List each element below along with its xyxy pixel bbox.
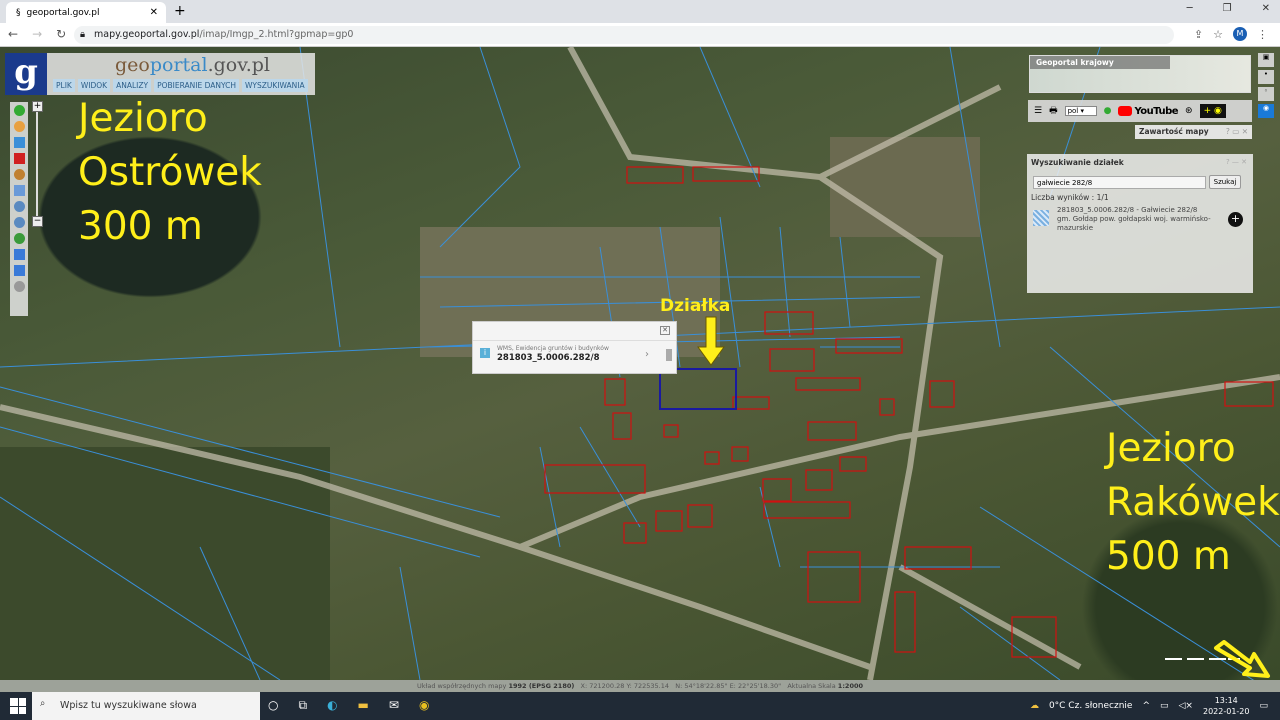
restore-button[interactable]: ❐ xyxy=(1223,3,1232,14)
parcel-search-panel: Wyszukiwanie działek ? — ✕ Szukaj Liczba… xyxy=(1027,154,1253,293)
menu-plik[interactable]: PLIK xyxy=(53,79,75,92)
dot-button[interactable]: • xyxy=(1258,70,1274,84)
favicon-icon: § xyxy=(16,7,21,18)
scrollbar[interactable] xyxy=(666,349,672,361)
geoportal-wordmark: geoportal.gov.pl xyxy=(115,54,270,76)
reload-button[interactable]: ↻ xyxy=(56,27,66,41)
chevron-up-icon[interactable]: ^ xyxy=(1142,701,1150,711)
address-bar-area: ← → ↻ 🔒︎ mapy.geoportal.gov.pl/imap/Imgp_2.… xyxy=(0,23,1280,47)
close-icon[interactable]: ✕ xyxy=(660,326,670,335)
geoportal-header: g geoportal.gov.pl PLIK WIDOK ANALIZY PO… xyxy=(5,53,315,95)
youtube-link[interactable]: YouTube xyxy=(1118,106,1179,117)
forward-button[interactable]: → xyxy=(32,27,42,41)
geoportal-logo[interactable]: g xyxy=(5,53,47,95)
legend-icon[interactable]: ☰ xyxy=(1034,106,1042,116)
menu-pobieranie-danych[interactable]: POBIERANIE DANYCH xyxy=(154,79,239,92)
contrast-eye-icon[interactable]: + ◉ xyxy=(1199,104,1226,118)
lake-rakowek-label: Jezioro Rakówek 500 m xyxy=(1106,426,1280,579)
new-tab-button[interactable]: + xyxy=(174,3,186,19)
eye-small-button[interactable]: ◦ xyxy=(1258,87,1274,101)
start-button[interactable] xyxy=(10,698,26,714)
zoom-in-icon[interactable] xyxy=(13,201,25,212)
cortana-icon[interactable]: ○ xyxy=(268,698,278,713)
browser-tab[interactable]: § geoportal.gov.pl ✕ xyxy=(6,2,166,23)
close-window-button[interactable]: ✕ xyxy=(1262,3,1270,14)
print-icon[interactable]: 🖶︎ xyxy=(1049,103,1058,119)
browser-tab-bar: § geoportal.gov.pl ✕ + ─ ❐ ✕ xyxy=(0,0,1280,23)
help-icon[interactable]: ● xyxy=(1104,106,1112,116)
info-icon: i xyxy=(480,348,490,358)
volume-muted-icon[interactable]: ◁× xyxy=(1179,701,1193,711)
mail-icon[interactable]: ✉ xyxy=(389,698,399,713)
menu-analizy[interactable]: ANALIZY xyxy=(113,79,152,92)
pan-hand-icon[interactable] xyxy=(13,121,25,132)
share-icon[interactable]: ⇪ xyxy=(1194,28,1203,41)
menu-wyszukiwania[interactable]: WYSZUKIWANIA xyxy=(242,79,308,92)
selected-parcel xyxy=(659,368,737,410)
info-icon[interactable] xyxy=(13,105,25,116)
minimap[interactable]: Geoportal krajowy xyxy=(1029,55,1251,93)
zoom-in-button[interactable]: + xyxy=(32,101,43,112)
back-icon[interactable] xyxy=(13,249,25,260)
bookmark-star-icon[interactable]: ☆ xyxy=(1213,28,1223,41)
task-view-icon[interactable]: ⧉ xyxy=(298,698,307,713)
menu-dots-icon[interactable]: ⋮ xyxy=(1257,28,1268,41)
profile-avatar[interactable]: M xyxy=(1233,27,1247,41)
language-select[interactable]: pol ▾ xyxy=(1064,106,1097,116)
search-button[interactable]: Szukaj xyxy=(1209,175,1241,189)
edge-icon[interactable]: ◐ xyxy=(327,698,337,713)
network-icon[interactable]: ▭ xyxy=(1160,701,1169,711)
xyz-icon[interactable] xyxy=(13,185,25,196)
accessibility-icon[interactable]: ⊛ xyxy=(1185,106,1193,116)
zoom-out-icon[interactable] xyxy=(13,217,25,228)
zoom-slider[interactable]: + − xyxy=(32,101,44,231)
file-explorer-icon[interactable]: ▬ xyxy=(358,698,369,713)
search-icon: ⌕ xyxy=(40,698,46,709)
close-tab-icon[interactable]: ✕ xyxy=(150,7,158,18)
diagonal-arrow-marker xyxy=(1214,640,1270,678)
search-result-title[interactable]: 281803_5.0006.282/8 - Gałwiecie 282/8 xyxy=(1057,206,1197,214)
chrome-icon[interactable]: ◉ xyxy=(419,698,429,713)
youtube-icon xyxy=(1118,106,1133,116)
measure-icon[interactable] xyxy=(13,153,25,164)
minimize-button[interactable]: ─ xyxy=(1187,3,1193,14)
notifications-icon[interactable]: ▭ xyxy=(1259,701,1268,711)
eye-button[interactable]: ◉ xyxy=(1258,104,1274,118)
parcel-label: Działka xyxy=(660,296,731,316)
add-result-button[interactable]: + xyxy=(1228,212,1243,227)
select-icon[interactable] xyxy=(13,137,25,148)
taskbar-search[interactable]: ⌕ Wpisz tu wyszukiwane słowa xyxy=(32,692,260,720)
back-button[interactable]: ← xyxy=(8,27,18,41)
feature-info-popup: ✕ i WMS, Ewidencja gruntów i budynków 28… xyxy=(472,321,677,374)
layers-button[interactable]: ▣ xyxy=(1258,53,1274,67)
zoom-out-button[interactable]: − xyxy=(32,216,43,227)
menu-widok[interactable]: WIDOK xyxy=(77,79,111,92)
map-content-panel-header[interactable]: Zawartość mapy? ▭ ✕ xyxy=(1135,125,1252,139)
clock[interactable]: 13:14 2022-01-20 xyxy=(1203,695,1250,717)
panel-controls-icon[interactable]: ? ▭ ✕ xyxy=(1226,127,1248,136)
lake-ostrowek-label: Jezioro Ostrówek 300 m xyxy=(78,96,262,249)
globe-icon[interactable] xyxy=(13,233,25,244)
map-tools xyxy=(10,102,28,316)
status-bar: Układ współrzędnych mapy 1992 (EPSG 2180… xyxy=(0,680,1280,692)
forward-icon[interactable] xyxy=(13,265,25,276)
settings-icon[interactable] xyxy=(13,281,25,292)
right-toolbar: ☰ 🖶︎ pol ▾ ● YouTube ⊛ + ◉ xyxy=(1028,100,1252,122)
feature-info-row[interactable]: i WMS, Ewidencja gruntów i budynków 2818… xyxy=(473,340,676,363)
parcel-search-input[interactable] xyxy=(1033,176,1206,189)
url-input[interactable]: 🔒︎ mapy.geoportal.gov.pl/imap/Imgp_2.html… xyxy=(74,26,1174,44)
chevron-right-icon[interactable]: › xyxy=(645,349,649,360)
windows-taskbar: ⌕ Wpisz tu wyszukiwane słowa ○ ⧉ ◐ ▬ ✉ ◉ ☁ 0°C … xyxy=(0,692,1280,720)
lock-icon: 🔒︎ xyxy=(80,29,86,40)
panel-controls-icon[interactable]: ? — ✕ xyxy=(1226,158,1247,166)
weather-icon: ☁ xyxy=(1029,701,1039,711)
draw-icon[interactable] xyxy=(13,169,25,180)
parcel-icon xyxy=(1033,210,1049,226)
